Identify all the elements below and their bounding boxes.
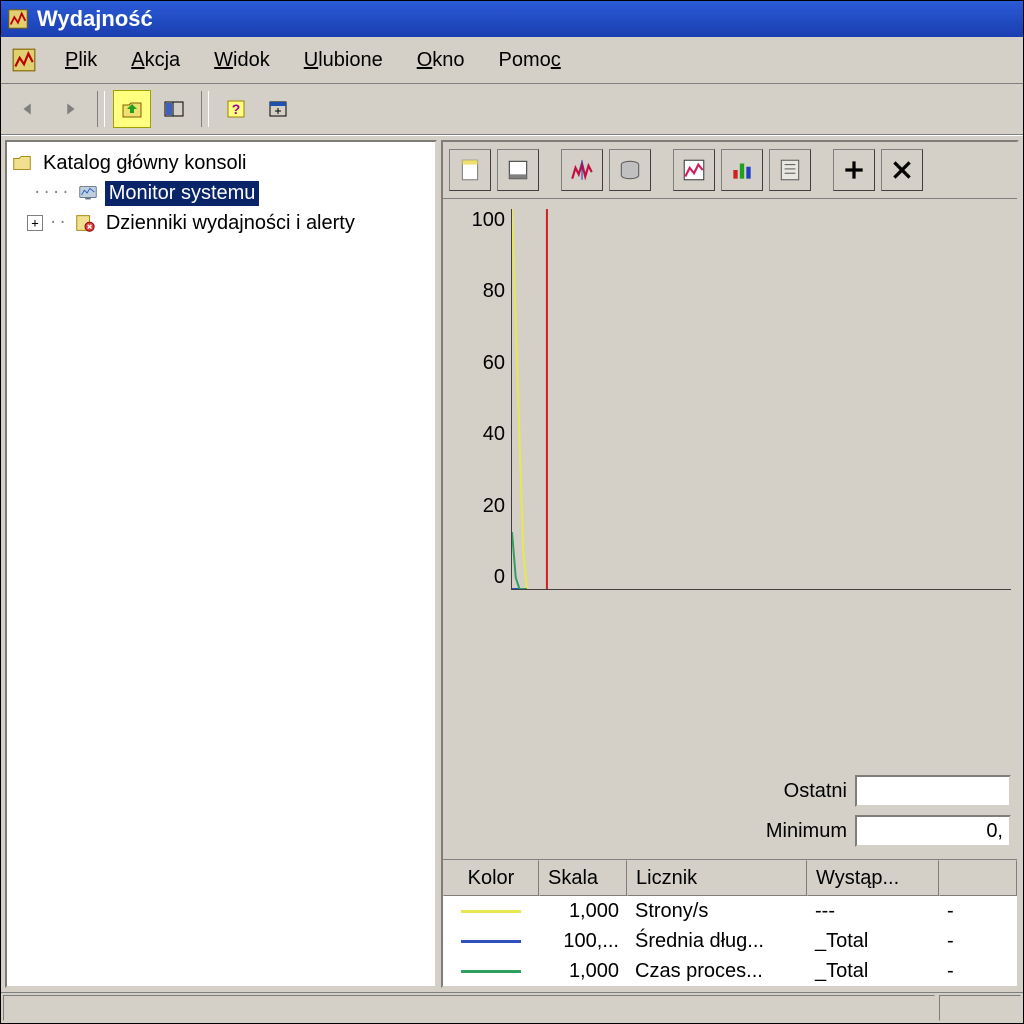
row-overflow: - <box>939 958 1017 985</box>
statusbar <box>1 992 1023 1023</box>
forward-button[interactable] <box>51 90 89 128</box>
row-licznik: Strony/s <box>627 898 807 925</box>
menu-pomoc[interactable]: Pomoc <box>493 47 567 74</box>
counter-table: Kolor Skala Licznik Wystąp... 1,000Stron… <box>443 859 1017 986</box>
row-color <box>443 938 539 945</box>
ytick: 40 <box>483 423 505 446</box>
view-graph-button[interactable] <box>673 149 715 191</box>
view-histogram-button[interactable] <box>721 149 763 191</box>
client-area: Katalog główny konsoli ···· Monitor syst… <box>1 135 1023 992</box>
ytick: 20 <box>483 495 505 518</box>
view-current-button[interactable] <box>561 149 603 191</box>
row-licznik: Czas proces... <box>627 958 807 985</box>
ytick: 60 <box>483 352 505 375</box>
new-counter-set-button[interactable] <box>449 149 491 191</box>
table-row[interactable]: 100,...Średnia dług..._Total- <box>443 926 1017 956</box>
table-row[interactable]: 1,000Strony/s---- <box>443 896 1017 926</box>
header-overflow[interactable] <box>939 860 1017 896</box>
chart-y-axis: 100 80 60 40 20 0 <box>449 209 511 589</box>
tree-pane[interactable]: Katalog główny konsoli ···· Monitor syst… <box>5 140 437 988</box>
menu-plik[interactable]: Plik <box>59 47 103 74</box>
logs-icon <box>74 212 96 234</box>
toolbar-separator-2 <box>201 91 209 127</box>
menubar-app-icon <box>11 47 37 73</box>
chart-area: 100 80 60 40 20 0 <box>443 199 1017 767</box>
header-wyst[interactable]: Wystąp... <box>807 860 939 896</box>
row-licznik: Średnia dług... <box>627 928 807 955</box>
statusbar-cell-2 <box>939 995 1021 1021</box>
titlebar[interactable]: Wydajność <box>1 1 1023 37</box>
tree-root-label: Katalog główny konsoli <box>39 151 250 176</box>
menubar: Plik Akcja Widok Ulubione Okno Pomoc <box>1 37 1023 84</box>
right-pane: 100 80 60 40 20 0 Ostatni Minimu <box>441 140 1019 988</box>
readout-ostatni: Ostatni <box>737 775 1011 807</box>
up-folder-button[interactable] <box>113 90 151 128</box>
counter-table-body[interactable]: 1,000Strony/s----100,...Średnia dług..._… <box>443 896 1017 986</box>
view-report-button[interactable] <box>769 149 811 191</box>
expand-button[interactable]: + <box>27 215 43 231</box>
monitor-icon <box>77 182 99 204</box>
delete-counter-button[interactable] <box>881 149 923 191</box>
readout-ostatni-value <box>855 775 1011 807</box>
tree-root[interactable]: Katalog główny konsoli <box>11 148 431 178</box>
menu-widok[interactable]: Widok <box>208 47 276 74</box>
show-hide-tree-button[interactable] <box>155 90 193 128</box>
ytick: 100 <box>472 209 505 232</box>
right-toolbar <box>443 142 1017 199</box>
row-wyst: --- <box>807 898 939 925</box>
readout-minimum-value: 0, <box>855 815 1011 847</box>
readout-minimum: Minimum 0, <box>737 815 1011 847</box>
folder-icon <box>11 152 33 174</box>
main-toolbar: ? <box>1 84 1023 135</box>
counter-table-header[interactable]: Kolor Skala Licznik Wystąp... <box>443 860 1017 896</box>
new-window-button[interactable] <box>259 90 297 128</box>
header-licznik[interactable]: Licznik <box>627 860 807 896</box>
tree-connector: ···· <box>33 185 71 201</box>
header-skala[interactable]: Skala <box>539 860 627 896</box>
tree-connector-2: ·· <box>49 215 68 231</box>
readout-ostatni-label: Ostatni <box>737 780 847 803</box>
row-skala: 100,... <box>539 928 627 955</box>
svg-text:?: ? <box>232 101 241 117</box>
menu-okno[interactable]: Okno <box>411 47 471 74</box>
row-color <box>443 908 539 915</box>
row-skala: 1,000 <box>539 898 627 925</box>
row-color <box>443 968 539 975</box>
chart-plot[interactable] <box>511 209 1011 590</box>
row-skala: 1,000 <box>539 958 627 985</box>
help-button[interactable]: ? <box>217 90 255 128</box>
toolbar-separator <box>97 91 105 127</box>
menu-ulubione[interactable]: Ulubione <box>298 47 389 74</box>
row-wyst: _Total <box>807 928 939 955</box>
window-title: Wydajność <box>37 6 153 32</box>
add-counter-button[interactable] <box>833 149 875 191</box>
tree-node-monitor-label: Monitor systemu <box>105 181 260 206</box>
header-kolor[interactable]: Kolor <box>443 860 539 896</box>
clear-display-button[interactable] <box>497 149 539 191</box>
readout-minimum-label: Minimum <box>737 820 847 843</box>
row-wyst: _Total <box>807 958 939 985</box>
tree-node-logs[interactable]: + ·· Dzienniki wydajności i alerty <box>11 208 431 238</box>
view-log-button[interactable] <box>609 149 651 191</box>
readouts: Ostatni Minimum 0, <box>443 767 1017 853</box>
tree-node-monitor[interactable]: ···· Monitor systemu <box>11 178 431 208</box>
table-row[interactable]: 1,000Czas proces..._Total- <box>443 956 1017 986</box>
tree-node-logs-label: Dzienniki wydajności i alerty <box>102 211 359 236</box>
row-overflow: - <box>939 898 1017 925</box>
ytick: 80 <box>483 280 505 303</box>
app-icon <box>7 8 29 30</box>
ytick: 0 <box>494 566 505 589</box>
window: Wydajność Plik Akcja Widok Ulubione Okno… <box>0 0 1024 1024</box>
statusbar-cell-1 <box>3 995 935 1021</box>
menu-akcja[interactable]: Akcja <box>125 47 186 74</box>
row-overflow: - <box>939 928 1017 955</box>
back-button[interactable] <box>9 90 47 128</box>
